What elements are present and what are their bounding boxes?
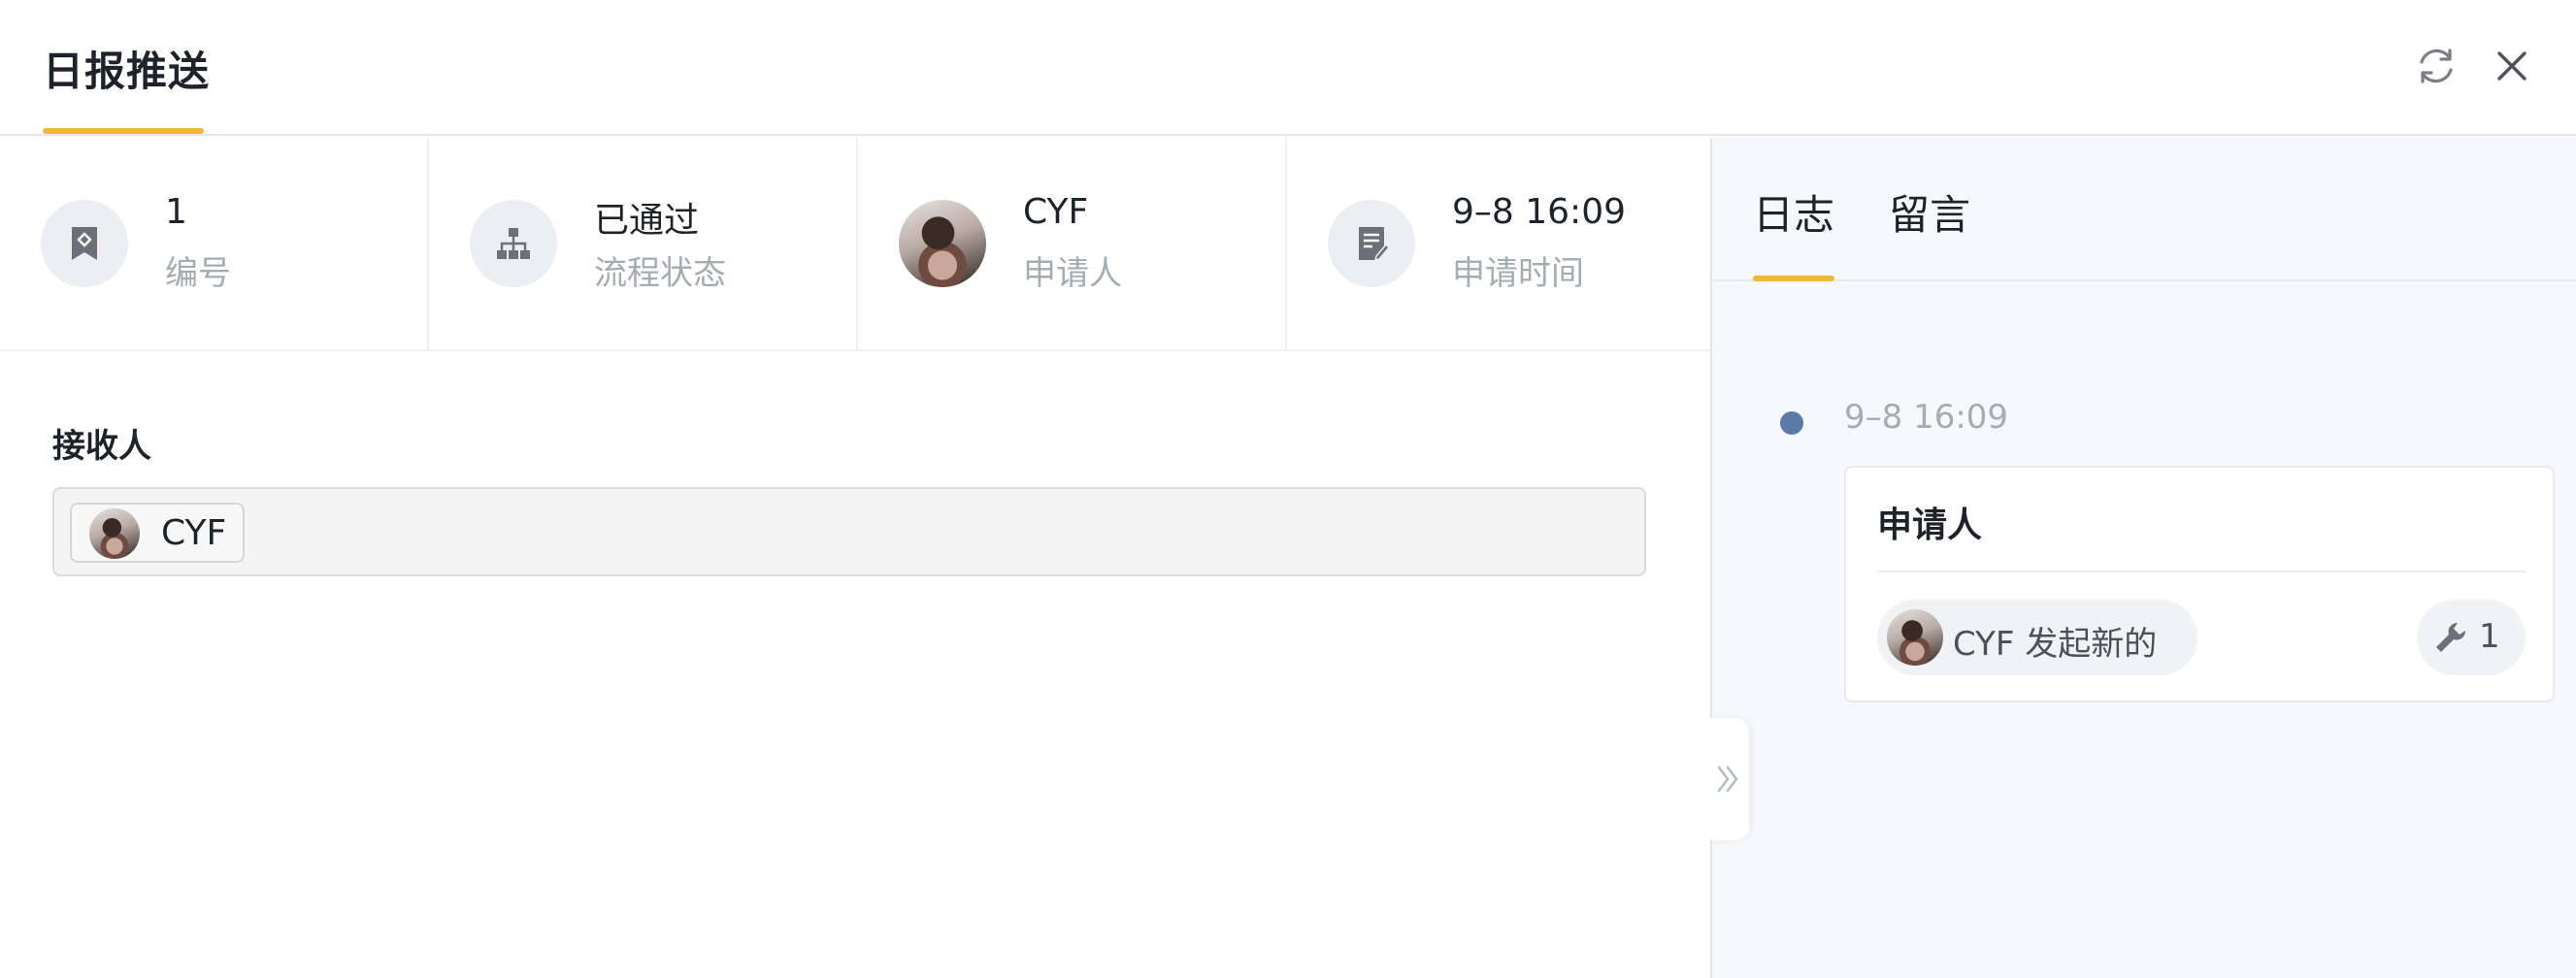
double-chevron-right-icon [1717,766,1738,793]
panel-tabs: 日志 留言 [1712,138,2576,281]
info-applicant: CYF 申请人 [858,138,1287,349]
time-value: 9–8 16:09 [1452,192,1626,232]
number-label: 编号 [165,254,231,293]
timeline-time: 9–8 16:09 [1844,398,2009,437]
timeline-card-title: 申请人 [1877,505,1983,545]
action-chip[interactable]: CYF 发起新的 [1877,600,2197,675]
applicant-label: 申请人 [1023,254,1122,293]
wrench-icon [2436,622,2466,652]
side-panel: 日志 留言 9–8 16:09 申请人 CYF 发起新的 1 [1710,138,2576,978]
edit-document-icon [1328,200,1415,287]
divider [1877,570,2526,572]
count-value: 1 [2479,617,2500,656]
time-label: 申请时间 [1452,254,1584,293]
receiver-label: 接收人 [52,427,151,466]
avatar [1887,609,1943,666]
number-value: 1 [165,192,187,232]
tab-log[interactable]: 日志 [1753,182,1834,242]
timeline-card: 申请人 CYF 发起新的 1 [1844,466,2555,702]
status-value: 已通过 [594,201,700,241]
close-button[interactable] [2487,41,2537,91]
refresh-button[interactable] [2411,41,2461,91]
title-underline [43,128,204,134]
info-row: 1 编号 已通过 流程状态 CYF 申请人 9–8 16:09 申请时间 [0,138,1710,351]
bookmark-icon [41,200,128,287]
action-text: CYF 发起新的 [1953,625,2158,664]
count-chip[interactable]: 1 [2417,600,2526,675]
main-content: 1 编号 已通过 流程状态 CYF 申请人 9–8 16:09 申请时间 接收人… [0,138,1710,978]
timeline-dot [1780,411,1803,435]
receiver-field[interactable]: CYF [52,487,1646,576]
info-time: 9–8 16:09 申请时间 [1287,138,1710,349]
dialog-title: 日报推送 [43,48,211,95]
tab-messages[interactable]: 留言 [1889,182,1970,242]
status-label: 流程状态 [594,254,726,293]
info-status: 已通过 流程状态 [429,138,858,349]
active-tab-underline [1753,276,1834,281]
applicant-avatar [899,200,986,287]
refresh-icon [2420,49,2453,83]
collapse-panel-handle[interactable] [1706,718,1749,840]
dialog-header: 日报推送 [0,0,2576,136]
info-number: 1 编号 [0,138,429,349]
receiver-tag[interactable]: CYF [70,503,245,563]
avatar [89,508,140,559]
applicant-value: CYF [1023,192,1089,232]
receiver-name: CYF [161,513,227,553]
close-icon [2497,51,2526,81]
org-chart-icon [470,200,557,287]
